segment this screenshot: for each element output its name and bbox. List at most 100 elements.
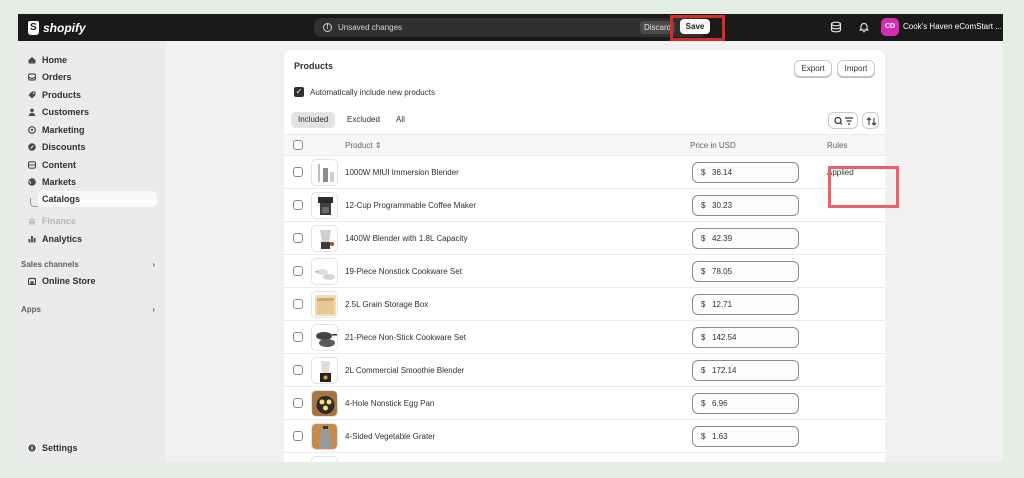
- row-checkbox[interactable]: [293, 233, 303, 243]
- sidebar-item-online-store[interactable]: Online Store: [24, 273, 157, 289]
- table-row[interactable]: 12-Cup Programmable Coffee Maker $ 30.23: [284, 189, 885, 222]
- price-input[interactable]: $ 6.96: [692, 393, 799, 414]
- logo-text: shopify: [43, 20, 86, 35]
- row-checkbox[interactable]: [293, 398, 303, 408]
- store-name[interactable]: Cook's Haven eComStart ...: [903, 22, 1001, 31]
- price-input[interactable]: $ 30.23: [692, 195, 799, 216]
- currency-symbol: $: [701, 333, 706, 342]
- product-thumbnail: [311, 357, 338, 384]
- product-name[interactable]: 19-Piece Nonstick Cookware Set: [345, 267, 462, 276]
- sidebar-item-analytics[interactable]: Analytics: [24, 231, 157, 247]
- price-value: 142.54: [712, 333, 737, 342]
- price-input[interactable]: $ 42.39: [692, 228, 799, 249]
- row-checkbox[interactable]: [293, 431, 303, 441]
- sort-arrows-icon: [866, 117, 877, 126]
- price-input[interactable]: $ 142.54: [692, 327, 799, 348]
- tab-excluded[interactable]: Excluded: [340, 112, 387, 128]
- sidebar-item-discounts[interactable]: Discounts: [24, 139, 157, 155]
- sidebar-item-label: Products: [42, 90, 82, 100]
- table-row[interactable]: 19-Piece Nonstick Cookware Set $ 78.05: [284, 255, 885, 288]
- product-thumbnail: [311, 291, 338, 318]
- sort-button[interactable]: [862, 112, 879, 129]
- export-button[interactable]: Export: [794, 60, 832, 77]
- product-name[interactable]: 2L Commercial Smoothie Blender: [345, 366, 464, 375]
- orders-icon: [28, 73, 36, 81]
- price-value: 78.05: [712, 267, 733, 276]
- unsaved-changes-label: Unsaved changes: [338, 23, 403, 32]
- card-title: Products: [294, 61, 334, 71]
- table-row: [284, 453, 885, 462]
- table-row[interactable]: 4-Sided Vegetable Grater $ 1.63: [284, 420, 885, 453]
- search-filter-button[interactable]: [828, 112, 858, 129]
- sidebar-item-markets[interactable]: Markets: [24, 174, 157, 190]
- price-input[interactable]: $ 36.14: [692, 162, 799, 183]
- apps-section[interactable]: Apps ›: [21, 305, 155, 314]
- product-name[interactable]: 21-Piece Non-Stick Cookware Set: [345, 333, 466, 342]
- currency-symbol: $: [701, 201, 706, 210]
- chevron-right-icon: ›: [152, 260, 155, 269]
- product-name[interactable]: 4-Hole Nonstick Egg Pan: [345, 399, 434, 408]
- sidebar-item-orders[interactable]: Orders: [24, 69, 157, 85]
- tab-all[interactable]: All: [389, 112, 412, 128]
- sidebar-item-label: Analytics: [42, 234, 83, 244]
- sidebar-item-marketing[interactable]: Marketing: [24, 122, 157, 138]
- product-thumbnail: [311, 225, 338, 252]
- sidebar-item-products[interactable]: Products: [24, 87, 157, 103]
- sidebar-item-catalogs[interactable]: Catalogs: [38, 191, 157, 207]
- tag-icon: [28, 91, 36, 99]
- tab-included[interactable]: Included: [291, 112, 336, 128]
- table-row[interactable]: 4-Hole Nonstick Egg Pan $ 6.96: [284, 387, 885, 420]
- sidebar-item-label: Finance: [42, 216, 77, 226]
- sales-channels-label: Sales channels: [21, 260, 79, 269]
- sidebar-item-content[interactable]: Content: [24, 157, 157, 173]
- bell-icon[interactable]: [858, 21, 870, 33]
- row-checkbox[interactable]: [293, 266, 303, 276]
- product-name[interactable]: 2.5L Grain Storage Box: [345, 300, 428, 309]
- top-bar: shopify ! Unsaved changes Discard Save C…: [18, 14, 1003, 41]
- product-name[interactable]: 1400W Blender with 1.8L Capacity: [345, 234, 467, 243]
- row-checkbox[interactable]: [293, 332, 303, 342]
- store-avatar[interactable]: CD: [881, 18, 899, 36]
- table-row[interactable]: 2.5L Grain Storage Box $ 12.71: [284, 288, 885, 321]
- sidebar-item-label: Discounts: [42, 142, 86, 152]
- sidebar-item-home[interactable]: Home: [24, 52, 157, 68]
- gear-icon: [28, 444, 36, 452]
- sales-channels-section[interactable]: Sales channels ›: [21, 260, 155, 269]
- product-thumbnail: [311, 390, 338, 417]
- table-header: Product ⇕ Price in USD Rules: [284, 134, 885, 156]
- save-button[interactable]: Save: [680, 19, 710, 34]
- price-input[interactable]: $ 78.05: [692, 261, 799, 282]
- store-switch-icon[interactable]: [830, 21, 842, 33]
- product-name[interactable]: 12-Cup Programmable Coffee Maker: [345, 201, 476, 210]
- currency-symbol: $: [701, 234, 706, 243]
- price-input[interactable]: $ 172.14: [692, 360, 799, 381]
- product-name[interactable]: 4-Sided Vegetable Grater: [345, 432, 435, 441]
- sidebar-item-settings[interactable]: Settings: [24, 440, 157, 456]
- row-checkbox[interactable]: [293, 167, 303, 177]
- table-row[interactable]: 21-Piece Non-Stick Cookware Set $ 142.54: [284, 321, 885, 354]
- currency-symbol: $: [701, 267, 706, 276]
- sidebar-item-customers[interactable]: Customers: [24, 104, 157, 120]
- price-input[interactable]: $ 12.71: [692, 294, 799, 315]
- table-row[interactable]: 1000W MIUI Immersion Blender $ 36.14 App…: [284, 156, 885, 189]
- shopify-logo[interactable]: shopify: [28, 19, 86, 36]
- currency-symbol: $: [701, 300, 706, 309]
- select-all-checkbox[interactable]: [293, 140, 303, 150]
- row-checkbox[interactable]: [293, 200, 303, 210]
- table-row[interactable]: 1400W Blender with 1.8L Capacity $ 42.39: [284, 222, 885, 255]
- product-name[interactable]: 1000W MIUI Immersion Blender: [345, 168, 459, 177]
- import-button[interactable]: Import: [837, 60, 875, 77]
- sidebar-item-label: Catalogs: [42, 194, 81, 204]
- row-checkbox[interactable]: [293, 299, 303, 309]
- apps-label: Apps: [21, 305, 41, 314]
- currency-symbol: $: [701, 366, 706, 375]
- column-header-price: Price in USD: [690, 141, 736, 150]
- price-input[interactable]: $ 1.63: [692, 426, 799, 447]
- auto-include-checkbox[interactable]: ✓: [294, 87, 304, 97]
- currency-symbol: $: [701, 399, 706, 408]
- row-checkbox[interactable]: [293, 365, 303, 375]
- shopify-admin-window: shopify ! Unsaved changes Discard Save C…: [18, 14, 1003, 462]
- sidebar-item-label: Customers: [42, 107, 90, 117]
- column-header-product[interactable]: Product ⇕: [345, 141, 382, 150]
- table-row[interactable]: 2L Commercial Smoothie Blender $ 172.14: [284, 354, 885, 387]
